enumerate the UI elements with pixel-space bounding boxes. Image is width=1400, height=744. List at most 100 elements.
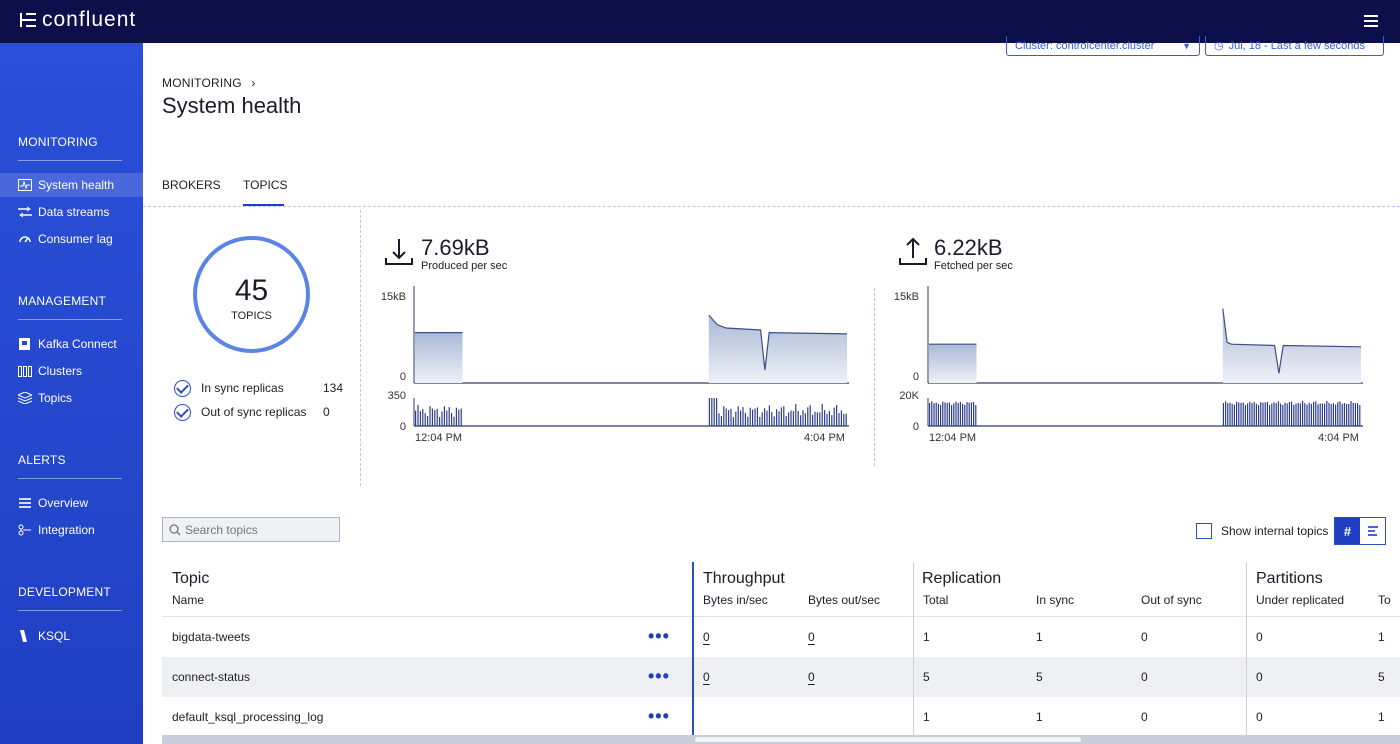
request-bar xyxy=(812,414,814,426)
request-bar xyxy=(759,417,761,426)
numeric-view-button[interactable]: # xyxy=(1335,518,1360,544)
col-under-replicated[interactable]: Under replicated xyxy=(1256,593,1344,607)
request-bar xyxy=(1264,402,1266,426)
sidebar-item-label: Data streams xyxy=(38,205,110,219)
group-partitions: Partitions xyxy=(1256,570,1323,587)
divider xyxy=(143,206,1400,207)
sidebar-section-monitoring: MONITORING xyxy=(18,135,98,149)
request-bar xyxy=(1315,401,1317,426)
topic-name[interactable]: default_ksql_processing_log xyxy=(172,710,323,724)
col-bytes-in[interactable]: Bytes in/sec xyxy=(703,593,768,607)
request-bar xyxy=(1282,404,1284,426)
breadcrumb[interactable]: MONITORING › xyxy=(162,76,256,90)
table-row[interactable]: default_ksql_processing_log ••• 1 1 0 0 … xyxy=(162,697,1400,737)
request-bar xyxy=(802,410,804,426)
bars-icon xyxy=(1367,526,1378,536)
bar-view-button[interactable] xyxy=(1360,518,1385,544)
request-bar xyxy=(723,406,725,426)
divider xyxy=(18,478,122,479)
topic-name[interactable]: bigdata-tweets xyxy=(172,630,250,644)
request-bar xyxy=(788,412,790,426)
more-actions-icon[interactable]: ••• xyxy=(648,706,670,727)
under-replicated: 0 xyxy=(1256,710,1263,724)
sidebar-section-management: MANAGEMENT xyxy=(18,294,107,308)
menu-icon[interactable] xyxy=(1364,15,1378,27)
request-bar xyxy=(747,416,749,426)
tab-topics[interactable]: TOPICS xyxy=(243,178,287,192)
y-axis-max: 15kB xyxy=(893,291,919,303)
sidebar-item-kafka-connect[interactable]: Kafka Connect xyxy=(0,332,143,356)
request-bar xyxy=(1326,400,1328,426)
request-bar xyxy=(843,413,845,426)
request-bar xyxy=(836,405,838,426)
in-sync: 5 xyxy=(1036,670,1043,684)
search-input[interactable] xyxy=(185,522,335,537)
col-next[interactable]: To xyxy=(1378,593,1391,607)
col-name[interactable]: Name xyxy=(172,593,204,607)
more-actions-icon[interactable]: ••• xyxy=(648,666,670,687)
cluster-selector-label: Cluster: controlcenter.cluster xyxy=(1015,39,1155,52)
more-actions-icon[interactable]: ••• xyxy=(648,626,670,647)
request-bar xyxy=(955,401,957,426)
sidebar-item-label: Topics xyxy=(38,391,73,405)
out-of-sync-replicas-row: Out of sync replicas xyxy=(174,403,306,421)
bytes-in[interactable]: 0 xyxy=(703,630,710,644)
request-bar xyxy=(814,411,816,426)
scrollbar-thumb[interactable] xyxy=(695,737,1081,742)
request-bar xyxy=(1275,403,1277,426)
in-sync-replicas-row: In sync replicas xyxy=(174,379,284,397)
show-internal-label: Show internal topics xyxy=(1221,524,1329,538)
next-col: 5 xyxy=(1378,670,1385,684)
sidebar-item-clusters[interactable]: Clusters xyxy=(0,359,143,383)
sidebar-item-integration[interactable]: Integration xyxy=(0,518,143,542)
time-range-selector[interactable]: ◷ Jul, 18 - Last a few seconds xyxy=(1205,36,1384,56)
bytes-in[interactable]: 0 xyxy=(703,670,710,684)
view-toggle: # xyxy=(1334,517,1386,545)
request-bar xyxy=(1225,401,1227,426)
request-bar xyxy=(824,410,826,426)
request-bar xyxy=(973,402,975,426)
horizontal-scrollbar[interactable] xyxy=(162,735,1400,744)
divider xyxy=(18,160,122,161)
sidebar-item-label: Consumer lag xyxy=(38,232,113,246)
sidebar-item-label: Clusters xyxy=(38,364,83,378)
sidebar-item-ksql[interactable]: KSQL xyxy=(0,624,143,648)
sidebar-item-topics[interactable]: Topics xyxy=(0,386,143,410)
group-topic: Topic xyxy=(172,570,210,587)
show-internal-topics-toggle[interactable]: Show internal topics xyxy=(1196,523,1328,539)
tab-brokers[interactable]: BROKERS xyxy=(162,178,221,192)
cluster-selector[interactable]: Cluster: controlcenter.cluster ▼ xyxy=(1006,36,1200,56)
col-out-sync[interactable]: Out of sync xyxy=(1141,593,1202,607)
clusters-icon xyxy=(18,365,32,377)
bytes-out[interactable]: 0 xyxy=(808,670,815,684)
request-bar xyxy=(1352,402,1354,426)
request-bar xyxy=(937,403,939,426)
panel-divider xyxy=(360,210,361,486)
y-axis-zero: 0 xyxy=(399,371,406,383)
request-bar xyxy=(833,407,835,426)
table-row[interactable]: bigdata-tweets ••• 0 0 1 1 0 0 1 xyxy=(162,617,1400,657)
request-bar xyxy=(1319,403,1321,426)
y-axis-zero: 0 xyxy=(912,371,919,383)
sidebar-item-system-health[interactable]: System health xyxy=(0,173,143,197)
request-bar xyxy=(966,402,968,426)
col-in-sync[interactable]: In sync xyxy=(1036,593,1074,607)
request-bar xyxy=(790,410,792,426)
sidebar-item-overview[interactable]: Overview xyxy=(0,491,143,515)
sidebar-item-data-streams[interactable]: Data streams xyxy=(0,200,143,224)
request-bar xyxy=(1339,401,1341,426)
col-bytes-out[interactable]: Bytes out/sec xyxy=(808,593,880,607)
request-bar xyxy=(1321,403,1323,426)
confluent-logo[interactable]: confluent xyxy=(20,8,136,32)
bytes-out[interactable]: 0 xyxy=(808,630,815,644)
col-total[interactable]: Total xyxy=(923,593,948,607)
sidebar-item-consumer-lag[interactable]: Consumer lag xyxy=(0,227,143,251)
request-bar xyxy=(711,398,713,426)
table-row[interactable]: connect-status ••• 0 0 5 5 0 0 5 xyxy=(162,657,1400,697)
chevron-down-icon: ▼ xyxy=(1182,40,1191,51)
request-bar xyxy=(968,402,970,426)
search-box[interactable] xyxy=(162,517,340,542)
topic-name[interactable]: connect-status xyxy=(172,670,250,684)
show-internal-checkbox[interactable] xyxy=(1196,523,1212,539)
request-bar xyxy=(1341,403,1343,426)
